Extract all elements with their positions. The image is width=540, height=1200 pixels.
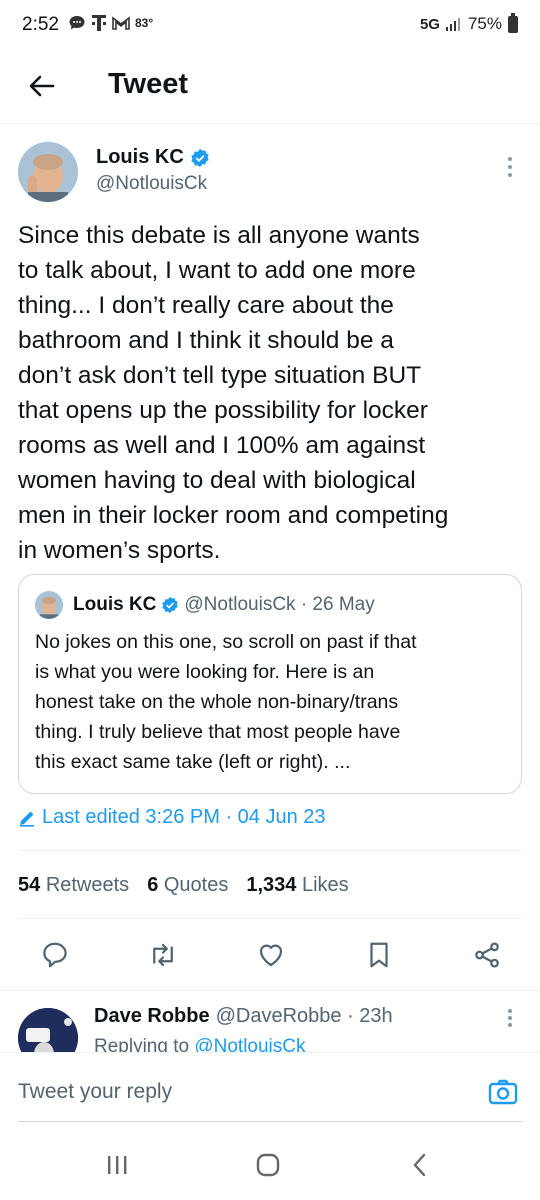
chevron-left-icon [413,1153,426,1177]
signal-icon [445,18,460,31]
share-button[interactable] [470,938,504,972]
quoted-tweet[interactable]: Louis KC @NotlouisCk · 26 May No jokes o… [18,574,522,794]
divider [0,990,540,991]
author-handle[interactable]: @NotlouisCk [96,173,207,195]
system-navigation-bar [0,1130,540,1200]
recents-icon [108,1156,127,1174]
recent-apps-button[interactable] [97,1150,137,1180]
profile-photo-icon [35,591,63,619]
reply-composer [0,1052,540,1130]
heart-icon [259,944,283,967]
reply-handle-time: @DaveRobbe · 23h [215,1005,393,1027]
quoted-handle-date: @NotlouisCk · 26 May [184,594,375,615]
quoted-tweet-text: No jokes on this one, so scroll on past … [35,631,417,773]
tmobile-icon [92,15,106,31]
network-type: 5G [419,15,440,33]
divider [18,850,522,851]
share-icon [475,942,499,968]
status-time: 2:52 [22,14,59,35]
quoted-tweet-header: Louis KC @NotlouisCk · 26 May [73,594,375,616]
like-button[interactable] [254,938,288,972]
status-temperature: 83° [135,16,154,30]
retweets-stat[interactable]: 54 Retweets [18,874,129,897]
tweet-actions [18,930,522,980]
system-back-button[interactable] [400,1150,440,1180]
retweet-button[interactable] [146,938,180,972]
camera-button[interactable] [486,1075,520,1109]
verified-badge-icon [191,148,209,167]
likes-stat[interactable]: 1,334 Likes [246,874,348,897]
gmail-icon [112,16,130,30]
author-name-text: Louis KC [96,146,184,168]
more-vertical-icon [508,1009,512,1027]
composer-underline [18,1121,522,1122]
chat-bubble-icon [69,16,85,30]
retweets-count: 54 [18,874,41,896]
reply-header: Dave Robbe @DaveRobbe · 23h [94,1005,393,1028]
author-avatar[interactable] [18,142,78,202]
quoted-author-avatar [35,591,63,619]
reply-input[interactable] [18,1075,458,1109]
more-vertical-icon [508,157,512,177]
quotes-count: 6 [147,874,159,896]
reply-author-name[interactable]: Dave Robbe [94,1005,210,1028]
reply-button[interactable] [38,938,72,972]
likes-count: 1,334 [246,874,297,896]
quoted-author-name: Louis KC [73,594,157,615]
more-options-button[interactable] [496,152,524,182]
top-app-bar: Tweet [0,50,540,124]
quotes-stat[interactable]: 6 Quotes [147,874,228,897]
arrow-left-icon [29,75,55,97]
divider [18,918,522,919]
verified-badge-icon [162,596,179,614]
tweet-text: Since this debate is all anyone wants to… [18,222,449,564]
bookmark-icon [370,942,388,968]
status-right: 5G 75% [419,12,518,34]
page-title: Tweet [108,68,189,100]
pencil-icon [20,811,34,827]
quotes-label: Quotes [163,874,229,896]
profile-photo-icon [18,142,78,202]
battery-percent: 75% [467,14,502,33]
reply-icon [43,942,67,968]
home-icon [256,1153,280,1177]
tweet-stats: 54 Retweets 6 Quotes 1,334 Likes [18,874,349,897]
author-name[interactable]: Louis KC [96,146,210,169]
battery-icon [508,12,518,33]
status-bar: 2:52 83° 5G 75% [0,0,540,50]
likes-label: Likes [301,874,349,896]
status-notification-icons: 83° [68,13,153,33]
retweet-icon [153,943,173,967]
back-button[interactable] [20,64,64,108]
home-button[interactable] [248,1150,288,1180]
last-edited-text: Last edited 3:26 PM · 04 Jun 23 [42,806,326,828]
last-edited-link[interactable]: Last edited 3:26 PM · 04 Jun 23 [18,806,326,829]
reply-more-options-button[interactable] [496,1004,524,1032]
bookmark-button[interactable] [362,938,396,972]
retweets-label: Retweets [45,874,130,896]
camera-icon [488,1079,518,1105]
